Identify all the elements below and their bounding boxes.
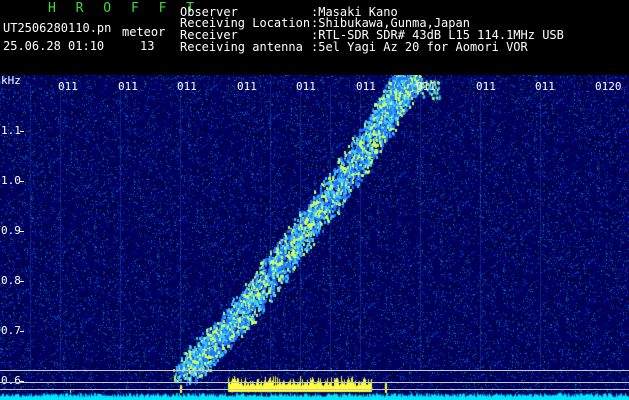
y-tick-mark: [20, 331, 24, 332]
datetime: 25.06.28 01:10: [3, 39, 105, 53]
y-tick-label: 0.7: [1, 324, 21, 337]
x-tick-label: 011: [535, 80, 555, 93]
x-tick-label: 011: [58, 80, 78, 93]
y-tick-label: 0.8: [1, 274, 21, 287]
x-tick-label: 011: [356, 80, 376, 93]
reference-line: [0, 389, 629, 390]
antenna-value: :5el Yagi Az 20 for Aomori VOR: [311, 40, 528, 54]
filename: UT2506280110.pn: [3, 21, 112, 35]
y-tick-label: 0.9: [1, 224, 21, 237]
y-tick-label: 1.1: [1, 124, 21, 137]
y-tick-label: 1.0: [1, 174, 21, 187]
spectrogram: kHz 1.1 1.0 0.9 0.8 0.7 0.6 011 011 011 …: [0, 75, 629, 400]
reference-line: [0, 370, 629, 371]
x-tick-label: 011: [177, 80, 197, 93]
brand-title: H R O F F T: [48, 1, 201, 16]
x-tick-label: 011: [476, 80, 496, 93]
y-tick-mark: [20, 231, 24, 232]
meteor-label: meteor: [122, 25, 166, 39]
x-tick-label: 0120: [595, 80, 622, 93]
antenna-label: Receiving antenna: [180, 40, 303, 54]
reference-line: [0, 382, 629, 383]
header: H R O F F T UT2506280110.pn meteor 25.06…: [0, 0, 629, 75]
spectrogram-canvas: [0, 75, 629, 400]
y-tick-mark: [20, 281, 24, 282]
x-tick-label: 011: [118, 80, 138, 93]
y-tick-mark: [20, 181, 24, 182]
y-tick-label: 0.6: [1, 374, 21, 387]
x-tick-label: 011: [416, 80, 436, 93]
y-tick-mark: [20, 131, 24, 132]
y-unit-label: kHz: [1, 75, 21, 87]
x-tick-label: 011: [237, 80, 257, 93]
x-tick-label: 011: [296, 80, 316, 93]
meteor-count: 13: [140, 39, 155, 53]
